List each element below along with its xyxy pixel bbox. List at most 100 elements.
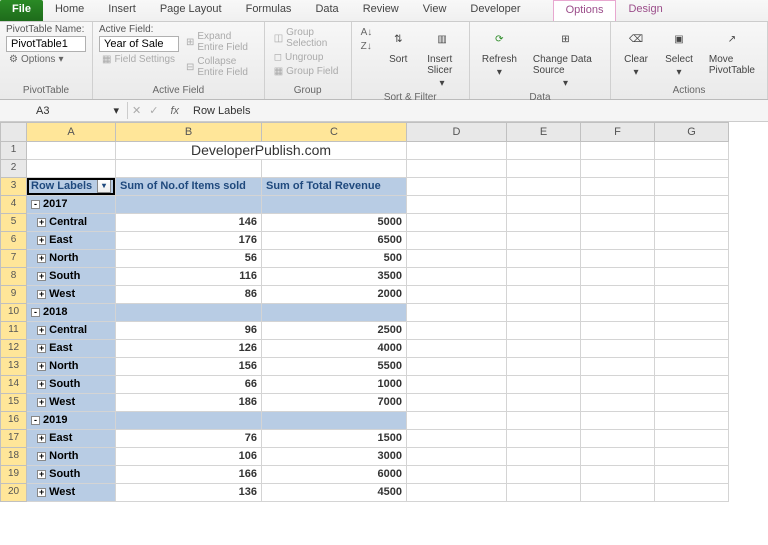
- group-field-button[interactable]: ▦Group Field: [271, 65, 345, 78]
- insert-slicer-button[interactable]: ▥ Insert Slicer▾: [421, 24, 463, 91]
- cell[interactable]: +West: [27, 394, 116, 412]
- cell[interactable]: [116, 304, 262, 322]
- sort-az-button[interactable]: A↓: [358, 26, 376, 39]
- cell[interactable]: [655, 466, 729, 484]
- cell[interactable]: [655, 286, 729, 304]
- row-header[interactable]: 12: [0, 340, 27, 358]
- cells-area[interactable]: DeveloperPublish.comRow Labels▾Sum of No…: [27, 142, 729, 502]
- cell[interactable]: 2000: [262, 286, 407, 304]
- select-all-corner[interactable]: [0, 122, 27, 142]
- row-header[interactable]: 2: [0, 160, 27, 178]
- col-header-c[interactable]: C: [262, 122, 407, 142]
- cell[interactable]: [407, 466, 507, 484]
- row-header[interactable]: 19: [0, 466, 27, 484]
- row-header[interactable]: 13: [0, 358, 27, 376]
- cell[interactable]: [407, 268, 507, 286]
- row-header[interactable]: 10: [0, 304, 27, 322]
- cell[interactable]: [655, 232, 729, 250]
- col-header-f[interactable]: F: [581, 122, 655, 142]
- cell[interactable]: [655, 430, 729, 448]
- row-header[interactable]: 15: [0, 394, 27, 412]
- cell[interactable]: 176: [116, 232, 262, 250]
- expand-icon[interactable]: +: [37, 290, 46, 299]
- cell[interactable]: [655, 376, 729, 394]
- cell[interactable]: 3500: [262, 268, 407, 286]
- cell[interactable]: [655, 250, 729, 268]
- cell[interactable]: [407, 160, 507, 178]
- cell[interactable]: [507, 430, 581, 448]
- cell[interactable]: +Central: [27, 322, 116, 340]
- cell[interactable]: [507, 394, 581, 412]
- tab-data[interactable]: Data: [303, 0, 350, 21]
- cell[interactable]: [507, 484, 581, 502]
- cell[interactable]: [581, 322, 655, 340]
- cell[interactable]: 500: [262, 250, 407, 268]
- cell[interactable]: 166: [116, 466, 262, 484]
- cell[interactable]: [407, 196, 507, 214]
- cell[interactable]: [507, 178, 581, 196]
- cell[interactable]: 4500: [262, 484, 407, 502]
- cell[interactable]: [507, 358, 581, 376]
- cell[interactable]: [407, 430, 507, 448]
- cell[interactable]: [407, 412, 507, 430]
- col-header-g[interactable]: G: [655, 122, 729, 142]
- options-button[interactable]: ⚙Options ▾: [6, 53, 86, 66]
- cell[interactable]: 56: [116, 250, 262, 268]
- cell[interactable]: [581, 394, 655, 412]
- title-cell[interactable]: DeveloperPublish.com: [116, 142, 407, 160]
- tab-insert[interactable]: Insert: [96, 0, 148, 21]
- cell[interactable]: +East: [27, 340, 116, 358]
- cell[interactable]: [116, 160, 262, 178]
- cell[interactable]: [507, 322, 581, 340]
- row-header[interactable]: 6: [0, 232, 27, 250]
- tab-developer[interactable]: Developer: [458, 0, 532, 21]
- cell[interactable]: [655, 304, 729, 322]
- cell[interactable]: [581, 196, 655, 214]
- cell[interactable]: [507, 214, 581, 232]
- tab-view[interactable]: View: [411, 0, 459, 21]
- cell[interactable]: 6000: [262, 466, 407, 484]
- cell[interactable]: 146: [116, 214, 262, 232]
- cell[interactable]: [407, 376, 507, 394]
- expand-icon[interactable]: +: [37, 434, 46, 443]
- cell[interactable]: 1000: [262, 376, 407, 394]
- cell[interactable]: [507, 376, 581, 394]
- expand-icon[interactable]: +: [37, 218, 46, 227]
- cell[interactable]: -2019: [27, 412, 116, 430]
- cell[interactable]: +South: [27, 376, 116, 394]
- cell[interactable]: [655, 214, 729, 232]
- cell[interactable]: [407, 394, 507, 412]
- cell[interactable]: +North: [27, 250, 116, 268]
- row-header[interactable]: 3: [0, 178, 27, 196]
- col-header-b[interactable]: B: [116, 122, 262, 142]
- row-header[interactable]: 20: [0, 484, 27, 502]
- cell[interactable]: [655, 448, 729, 466]
- cell[interactable]: +Central: [27, 214, 116, 232]
- filter-dropdown-icon[interactable]: ▾: [97, 179, 111, 193]
- cell[interactable]: [116, 412, 262, 430]
- cell[interactable]: [581, 178, 655, 196]
- cell[interactable]: [655, 412, 729, 430]
- cell[interactable]: [655, 394, 729, 412]
- fx-icon[interactable]: fx: [162, 105, 187, 117]
- cell[interactable]: 116: [116, 268, 262, 286]
- cell[interactable]: +East: [27, 430, 116, 448]
- tab-options[interactable]: Options: [553, 0, 617, 21]
- cell[interactable]: 5000: [262, 214, 407, 232]
- cell[interactable]: [507, 304, 581, 322]
- cell[interactable]: 5500: [262, 358, 407, 376]
- cell[interactable]: [407, 358, 507, 376]
- refresh-button[interactable]: ⟳ Refresh▾: [476, 24, 523, 80]
- cell[interactable]: [27, 160, 116, 178]
- cell[interactable]: [507, 412, 581, 430]
- cell[interactable]: 6500: [262, 232, 407, 250]
- col-header-d[interactable]: D: [407, 122, 507, 142]
- row-header[interactable]: 8: [0, 268, 27, 286]
- active-field-input[interactable]: [99, 36, 179, 52]
- cell[interactable]: [407, 484, 507, 502]
- tab-review[interactable]: Review: [351, 0, 411, 21]
- cell[interactable]: [507, 196, 581, 214]
- expand-icon[interactable]: +: [37, 362, 46, 371]
- name-box[interactable]: A3▾: [28, 102, 128, 119]
- ungroup-button[interactable]: ◻Ungroup: [271, 51, 345, 64]
